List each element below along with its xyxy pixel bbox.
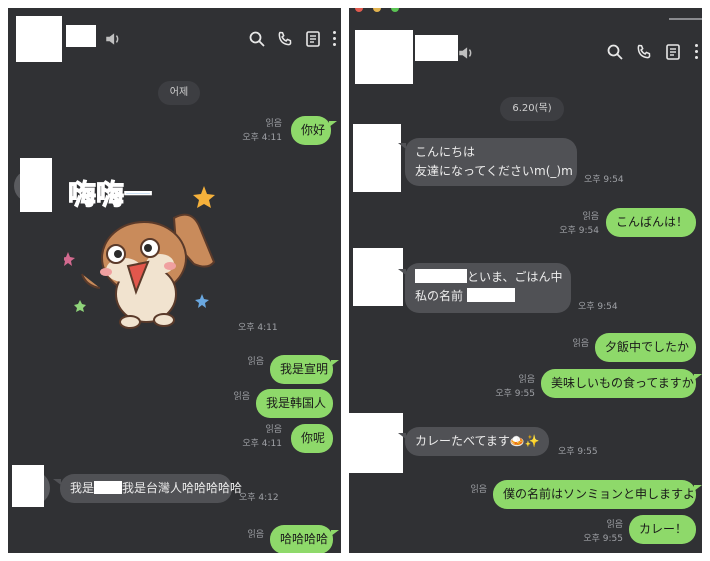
more-icon[interactable] [695,44,699,62]
message-text: 友達になってくださいm(_)m [415,164,573,178]
message-text: といま、ごはん中 [467,270,563,284]
bubble-tail [331,360,339,366]
bubble-tail [329,121,337,127]
read-receipt: 읽음 [265,119,282,129]
redacted-avatar [353,124,401,192]
more-icon[interactable] [333,31,337,49]
message-bubble-sent[interactable]: 僕の名前はソンミョンと申しますよ [493,480,696,509]
date-divider: 6.20(목) [500,97,564,121]
read-receipt: 읽음 [247,530,264,540]
message-time: 오후 4:11 [242,439,282,449]
message-text: 私の名前 [415,289,464,303]
message-time: 오후 9:54 [559,226,599,236]
message-text: 我是 [70,481,95,495]
message-time: 오후 9:55 [583,534,623,544]
notes-icon[interactable] [664,43,682,61]
read-receipt: 읽음 [606,520,623,530]
message-bubble-received[interactable]: といま、ごはん中 私の名前 [405,263,571,313]
volume-icon [104,30,119,45]
read-receipt: 읽음 [470,485,487,495]
message-time: 오후 9:55 [495,389,535,399]
redacted-chat-name [66,25,96,47]
search-icon[interactable] [248,30,266,48]
redacted-name [415,269,467,283]
read-receipt: 읽음 [518,375,535,385]
phone-icon[interactable] [635,43,653,61]
redacted-avatar [16,16,62,62]
search-icon[interactable] [606,43,624,61]
message-time: 오후 9:54 [584,175,624,185]
read-receipt: 읽음 [265,425,282,435]
sticker-text: 嗨嗨一 [68,178,152,211]
bubble-tail [694,485,702,491]
message-bubble-sent[interactable]: こんばんは！ [606,208,696,237]
message-bubble-sent[interactable]: 我是宣明 [270,355,333,384]
message-bubble-received[interactable]: こんにちは 友達になってくださいm(_)m [405,138,577,186]
window-close-dot[interactable] [355,8,363,12]
message-bubble-sent[interactable]: 哈哈哈哈 [270,525,333,553]
message-time: 오후 4:12 [239,493,279,503]
resize-handle[interactable] [669,18,702,20]
message-bubble-received[interactable]: 我是 我是台灣人哈哈哈哈哈 [60,474,242,503]
message-time: 오후 4:11 [242,133,282,143]
message-bubble-sent[interactable]: 我是韩国人 [256,389,333,418]
redacted-chat-name [415,35,458,61]
chat-panel-right: 6.20(목) こんにちは 友達になってくださいm(_)m 오후 9:54 읽음… [349,8,702,553]
chat-panel-left: 어제 읽음 오후 4:11 你好 嗨嗨一 오후 4:11 읽음 我是宣明 읽음 … [8,8,341,553]
read-receipt: 읽음 [247,357,264,367]
message-bubble-received[interactable]: カレーたべてます🍛✨ [405,427,549,456]
redacted-avatar [20,158,52,212]
message-bubble-sent[interactable]: カレー！ [629,515,696,544]
date-divider: 어제 [158,81,200,105]
phone-icon[interactable] [276,30,294,48]
message-bubble-sent[interactable]: 你好 [291,116,331,145]
redacted-name [94,481,123,494]
message-time: 오후 9:55 [558,447,598,457]
message-bubble-sent[interactable]: 美味しいもの食ってますか [541,369,696,398]
read-receipt: 읽음 [582,212,599,222]
read-receipt: 읽음 [233,392,250,402]
volume-icon [457,44,472,59]
bubble-tail [694,374,702,380]
bubble-tail [331,530,339,536]
message-time: 오후 4:11 [238,323,278,333]
notes-icon[interactable] [304,30,322,48]
message-text: 我是台灣人哈哈哈哈哈 [122,481,243,495]
message-text: こんにちは [415,145,476,159]
redacted-avatar [355,30,413,84]
message-bubble-sent[interactable]: 夕飯中でしたか [595,333,696,362]
window-minimize-dot[interactable] [373,8,381,12]
window-zoom-dot[interactable] [391,8,399,12]
redacted-avatar [12,465,44,507]
message-time: 오후 9:54 [578,302,618,312]
read-receipt: 읽음 [572,339,589,349]
redacted-name [466,288,515,302]
message-bubble-sent[interactable]: 你呢 [291,424,333,453]
sticker-image[interactable]: 嗨嗨一 [61,170,224,330]
redacted-avatar [353,248,403,306]
redacted-avatar [349,413,403,473]
